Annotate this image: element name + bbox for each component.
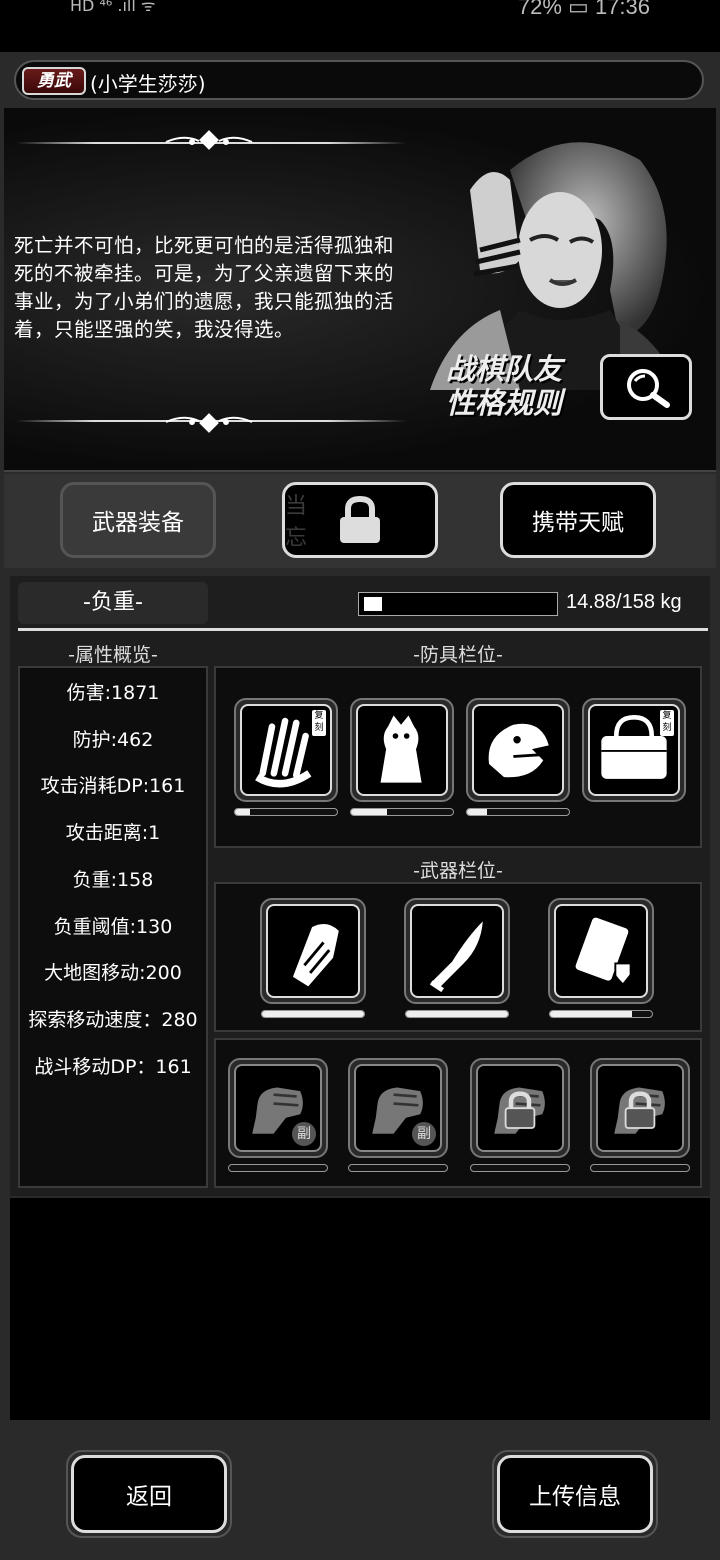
gauntlet-icon	[292, 924, 339, 987]
slot-frame: 副	[354, 1064, 442, 1152]
remake-tag: 复刻	[312, 710, 326, 736]
slot-frame	[476, 1064, 564, 1152]
slot-frame	[356, 704, 448, 796]
slot-frame	[410, 904, 504, 998]
attribute-item: 负重:158	[72, 868, 154, 891]
shield-pack-icon	[575, 917, 632, 986]
attributes-title: -属性概览-	[68, 644, 158, 666]
durability-fill	[235, 809, 251, 815]
back-button-frame: 返回	[66, 1450, 232, 1538]
durability-bar	[466, 808, 570, 816]
weapons-title: -武器栏位-	[413, 860, 503, 882]
durability-fill	[467, 809, 488, 815]
durability-fill	[550, 1011, 632, 1017]
back-button[interactable]: 返回	[71, 1455, 227, 1533]
durability-fill	[406, 1011, 508, 1017]
battery-percent: 72%	[517, 0, 562, 19]
durability-bar	[261, 1010, 365, 1018]
sub-weapon-slot[interactable]	[470, 1058, 570, 1158]
clock: 17:36	[594, 0, 650, 19]
trait-badge: 勇武	[22, 67, 86, 95]
rules-search-button[interactable]	[600, 354, 692, 420]
lock-icon	[340, 495, 380, 543]
load-bar	[358, 592, 558, 616]
durability-bar	[470, 1164, 570, 1172]
sub-weapon-slot[interactable]: 副	[348, 1058, 448, 1158]
sub-weapon-slot[interactable]: 副	[228, 1058, 328, 1158]
load-bar-fill	[364, 597, 382, 611]
rules-line-1: 战棋队友	[446, 352, 563, 386]
armor-title: -防具栏位-	[413, 644, 503, 666]
character-quote: 死亡并不可怕，比死更可怕的是活得孤独和死的不被牵挂。可是，为了父亲遗留下来的事业…	[14, 234, 395, 341]
attribute-item: 攻击距离:1	[65, 822, 161, 845]
slot-frame	[472, 704, 564, 796]
durability-bar	[405, 1010, 509, 1018]
ornament-top-icon	[164, 128, 254, 159]
durability-bar	[348, 1164, 448, 1172]
character-name: (小学生莎莎)	[90, 72, 206, 96]
sub-badge: 副	[292, 1122, 316, 1146]
slot-frame	[554, 904, 648, 998]
battery-time: 72% ▭ 17:36	[518, 0, 650, 20]
durability-bar	[228, 1164, 328, 1172]
hooded-costume-icon	[380, 715, 422, 783]
slot-frame: 副	[234, 1064, 322, 1152]
durability-fill	[351, 809, 387, 815]
slot-frame: 复刻	[588, 704, 680, 796]
attribute-item: 大地图移动:200	[44, 962, 182, 985]
sub-badge: 副	[412, 1122, 436, 1146]
attribute-item: 负重阈值:130	[53, 915, 173, 938]
magnifier-icon	[627, 369, 670, 408]
durability-bar	[549, 1010, 653, 1018]
armor-slot[interactable]	[350, 698, 454, 802]
remake-tag: 复刻	[660, 710, 674, 736]
weapon-slot[interactable]	[404, 898, 510, 1004]
tab-weapons[interactable]: 武器装备	[60, 482, 216, 558]
tab-talent[interactable]: 携带天赋	[500, 482, 656, 558]
battery-icon: ▭	[568, 0, 589, 19]
slot-frame: 复刻	[240, 704, 332, 796]
sub-weapon-slot[interactable]	[590, 1058, 690, 1158]
status-bar: HD ⁴⁶ .ıll ᯤ 72% ▭ 17:36	[0, 0, 720, 20]
upload-button-frame: 上传信息	[492, 1450, 658, 1538]
weapon-slot[interactable]	[260, 898, 366, 1004]
blade-icon	[429, 921, 483, 993]
armor-slot[interactable]	[466, 698, 570, 802]
durability-fill	[262, 1011, 364, 1017]
dinosaur-head-icon	[488, 723, 549, 778]
armor-slot[interactable]: 复刻	[582, 698, 686, 802]
lock-icon	[624, 1091, 656, 1129]
empty-area	[10, 1198, 710, 1420]
slot-frame	[596, 1064, 684, 1152]
armor-slot[interactable]: 复刻	[234, 698, 338, 802]
lock-icon	[504, 1091, 536, 1129]
attribute-item: 战斗移动DP：161	[34, 1055, 192, 1078]
ornament-bottom-icon	[164, 410, 254, 441]
rules-line-2: 性格规则	[446, 386, 563, 420]
durability-bar	[234, 808, 338, 816]
attribute-item: 探索移动速度：280	[28, 1008, 198, 1031]
attribute-item: 伤害:1871	[66, 682, 160, 704]
character-rules-link[interactable]: 战棋队友 性格规则	[446, 352, 562, 420]
upload-info-button[interactable]: 上传信息	[497, 1455, 653, 1533]
attribute-item: 攻击消耗DP:161	[40, 775, 186, 798]
load-label: -负重-	[18, 582, 208, 624]
slot-frame	[266, 904, 360, 998]
tab-locked: 当 忘	[282, 482, 438, 558]
durability-bar	[590, 1164, 690, 1172]
durability-bar	[350, 808, 454, 816]
signal-indicators: HD ⁴⁶ .ıll ᯤ	[70, 0, 156, 15]
attribute-item: 防护:462	[72, 728, 154, 751]
divider	[18, 628, 708, 631]
weapon-slot[interactable]	[548, 898, 654, 1004]
load-value: 14.88/158 kg	[566, 591, 682, 613]
